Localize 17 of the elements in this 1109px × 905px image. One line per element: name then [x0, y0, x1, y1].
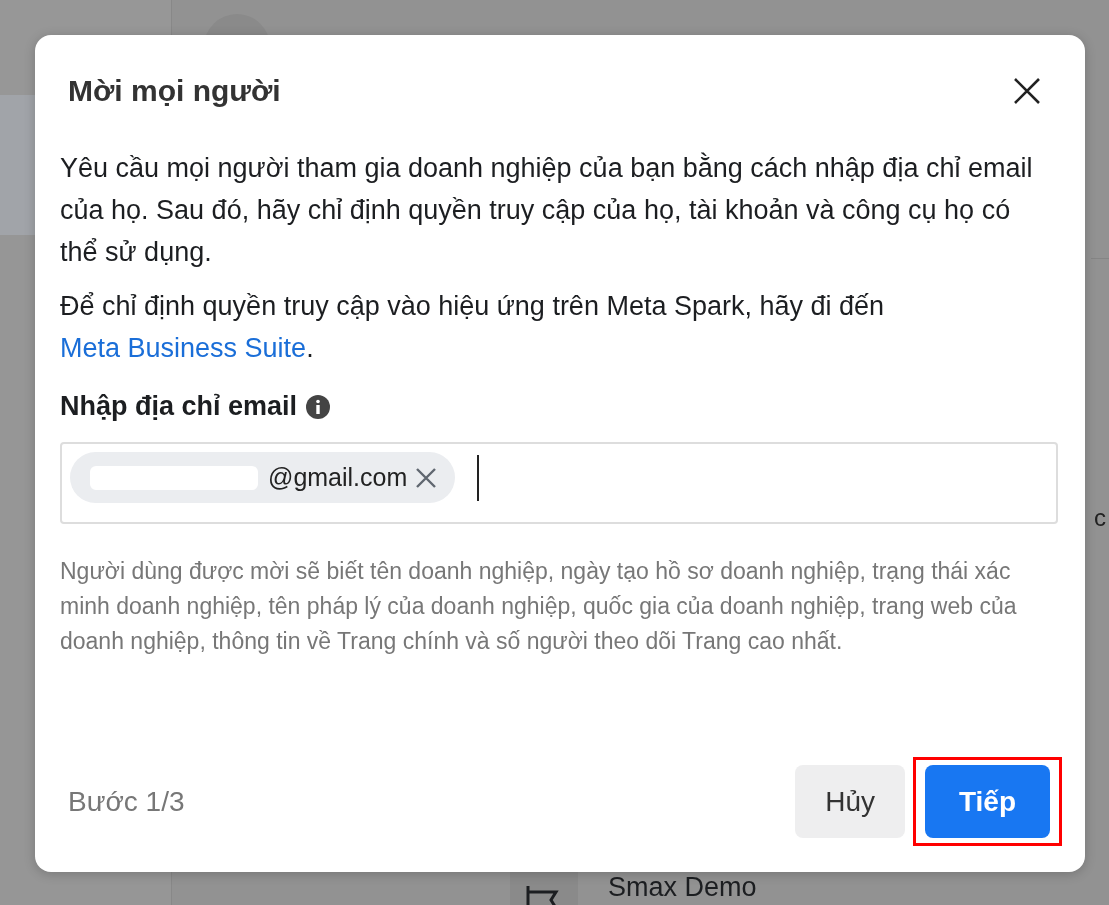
intro-paragraph: Yêu cầu mọi người tham gia doanh nghiệp của bạn bằng cách nhập địa chỉ email của họ. Sau đó, hãy chỉ định quyền truy cập của họ, tài khoản và công cụ họ có thể sử dụng. — [60, 151, 1034, 269]
dialog-title: Mời mọi người — [68, 74, 281, 108]
page-name: Smax Demo — [608, 872, 757, 903]
info-icon — [305, 393, 332, 420]
email-field[interactable]: @gmail.com — [60, 442, 1058, 524]
step-indicator: Bước 1/3 — [68, 785, 185, 818]
email-chip[interactable]: @gmail.com — [70, 452, 456, 503]
spark-paragraph: Để chỉ định quyền truy cập vào hiệu ứng trên Meta Spark, hãy đi đến Meta Business Suite. — [60, 290, 886, 365]
email-text: @gmail.com — [268, 463, 408, 492]
remove-chip-icon[interactable] — [415, 466, 438, 489]
column-text: c — [1093, 504, 1107, 532]
email-label: Nhập địa chỉ email — [60, 391, 298, 422]
cancel-button[interactable]: Hủy — [795, 765, 905, 838]
next-button[interactable]: Tiếp — [925, 765, 1050, 838]
business-suite-link[interactable]: Meta Business Suite — [60, 333, 307, 363]
privacy-notice: Người dùng được mời sẽ biết tên doanh nghiệp, ngày tạo hồ sơ doanh nghiệp, trạng thái xác minh doanh nghiệp, tên pháp lý của doanh nghiệp, quốc gia của doanh nghiệp, trang web của doanh nghiệp, thông tin về Trang chính và số người theo dõi Trang cao nhất. — [60, 557, 1018, 656]
text-cursor — [477, 455, 480, 501]
